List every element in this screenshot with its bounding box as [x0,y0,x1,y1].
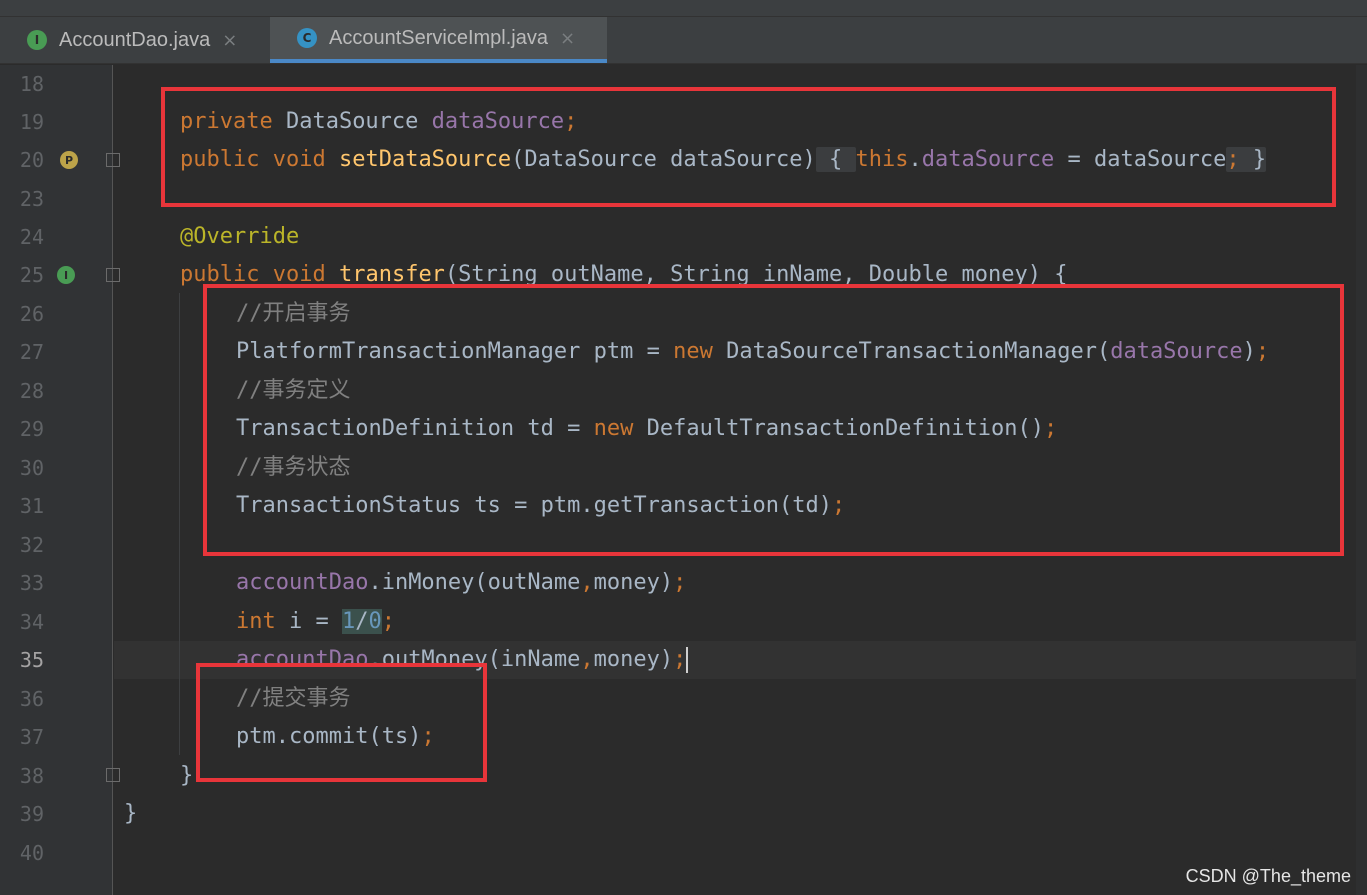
property-icon[interactable]: P [60,151,78,169]
brace: } [124,801,138,826]
vertical-scrollbar[interactable] [1356,65,1367,895]
line-number: 39 [19,802,44,826]
interface-icon: I [27,30,47,50]
highlight-box [161,87,1336,207]
tab-label: AccountDao.java [59,28,211,51]
tab-accountserviceimpl[interactable]: C AccountServiceImpl.java × [270,17,607,63]
highlight-box [203,284,1344,556]
text-caret [686,647,689,673]
watermark: CSDN @The_theme [1185,866,1351,886]
semicolon: ; [381,609,395,634]
annotation: @Override [180,224,300,249]
line-number: 23 [19,187,44,211]
indent-guide [179,293,180,755]
line-number: 20 [19,148,44,172]
operator: / [355,609,369,634]
call: .inMoney(outName [368,570,581,595]
code-line-24: @Override [180,218,299,256]
comma: , [580,570,594,595]
line-number-current: 35 [19,648,44,672]
line-number: 19 [19,110,44,134]
line-number: 25 [19,263,44,287]
highlighted-expression: 1/0 [341,609,382,634]
class-icon: C [297,28,317,48]
line-number: 24 [19,225,44,249]
close-icon[interactable]: × [222,30,237,51]
number: 1 [341,609,356,634]
line-number: 34 [19,610,44,634]
editor-tab-bar: I AccountDao.java × C AccountServiceImpl… [0,17,1367,64]
tab-accountdao[interactable]: I AccountDao.java × [0,17,270,63]
code-line-39: } [124,795,137,833]
brace: } [180,763,194,788]
line-number: 26 [19,302,44,326]
fold-expand-icon[interactable] [106,153,120,167]
navigation-bar [0,0,1367,17]
fold-end-icon[interactable] [106,768,120,782]
line-number: 30 [19,456,44,480]
line-number: 32 [19,533,44,557]
keyword: int [236,609,276,634]
field: accountDao [236,570,369,595]
semicolon: ; [673,570,687,595]
code-line-33: accountDao.inMoney(outName,money); [236,564,686,602]
implements-icon[interactable]: I [57,266,75,284]
line-number: 36 [19,687,44,711]
line-number: 37 [19,725,44,749]
semicolon: ; [673,647,687,672]
line-number: 40 [19,841,44,865]
fold-collapse-icon[interactable] [106,268,120,282]
tab-label: AccountServiceImpl.java [329,26,548,49]
argument: money) [593,647,674,672]
variable: i = [275,609,342,634]
line-number: 38 [19,764,44,788]
line-number: 33 [19,571,44,595]
number: 0 [368,609,382,634]
argument: money) [593,570,674,595]
line-number: 27 [19,340,44,364]
highlight-box [196,663,487,782]
gutter: 18 19 20 23 24 25 26 27 28 29 30 31 32 3… [0,65,120,895]
line-number: 18 [19,72,44,96]
comma: , [580,647,594,672]
close-icon[interactable]: × [560,28,575,49]
code-line-34: int i = 1/0; [236,603,395,641]
code-line-38: } [180,757,193,795]
line-number: 28 [19,379,44,403]
line-number: 31 [19,494,44,518]
line-number: 29 [19,417,44,441]
